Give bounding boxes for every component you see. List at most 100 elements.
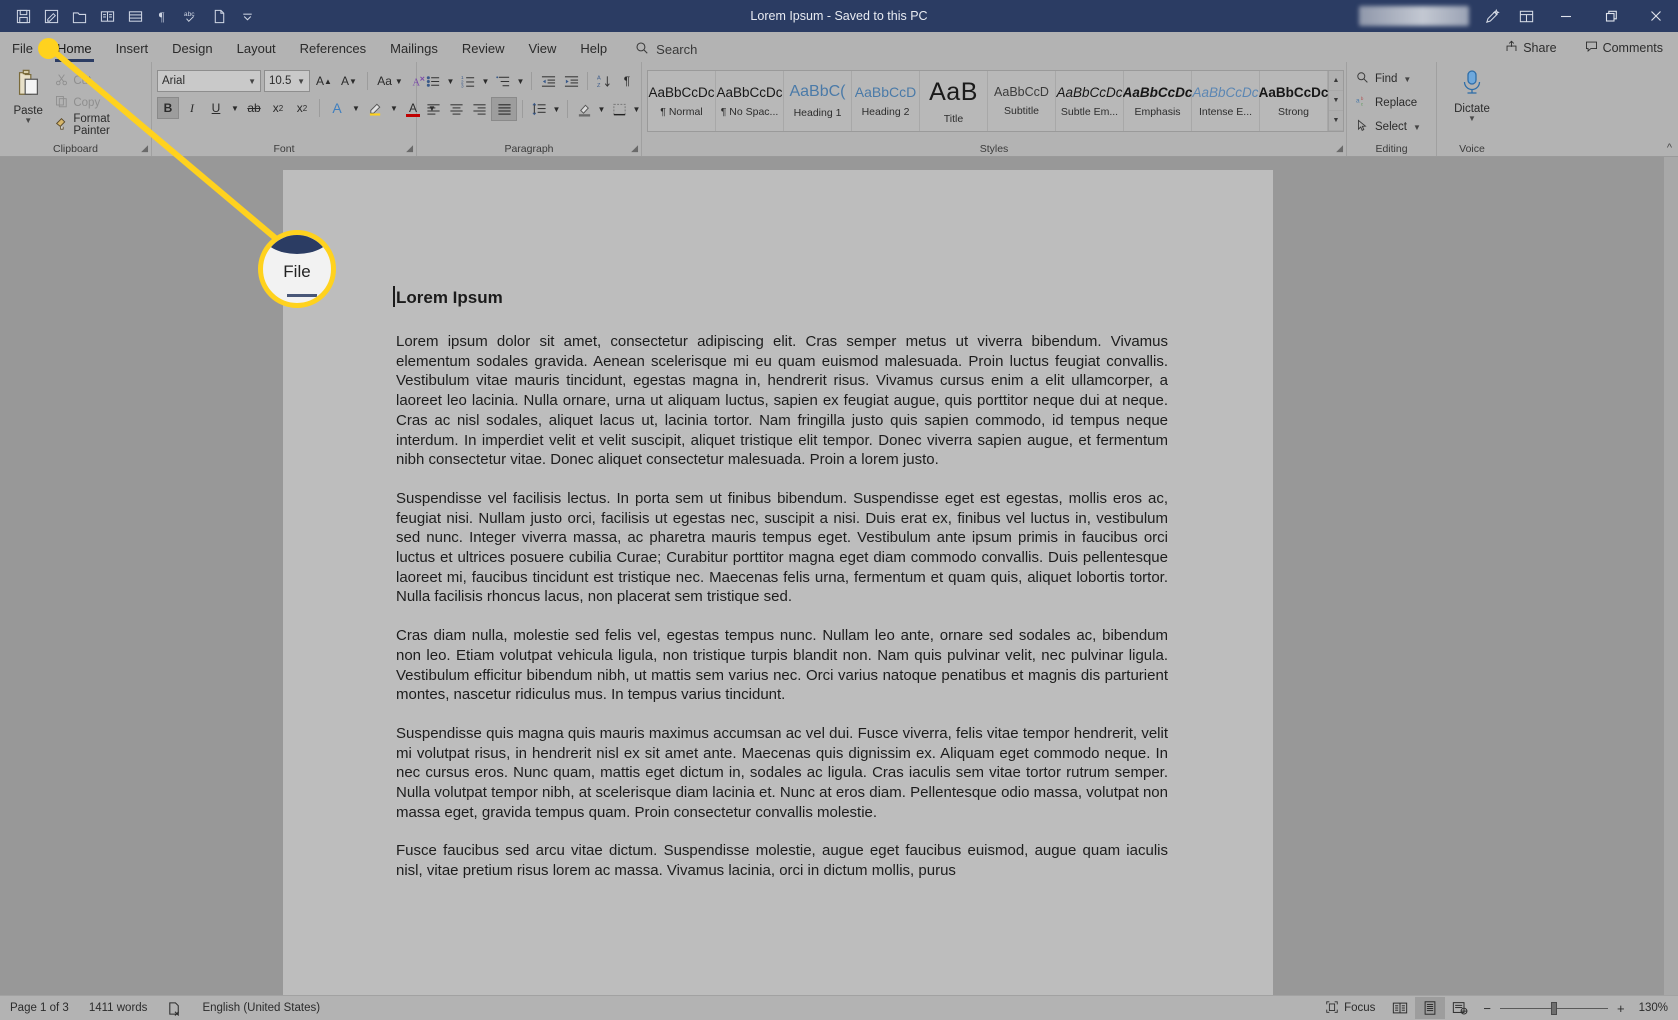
multilevel-list-icon[interactable]: [492, 70, 514, 92]
font-size-combobox[interactable]: 10.5 ▼: [264, 70, 310, 92]
paste-button[interactable]: Paste ▼: [5, 65, 51, 125]
search-box[interactable]: Search: [635, 36, 697, 62]
underline-button[interactable]: U: [205, 97, 227, 119]
superscript-button[interactable]: x2: [291, 97, 313, 119]
print-layout-view-button[interactable]: [1415, 997, 1446, 1019]
style-strong[interactable]: AaBbCcDc Strong: [1259, 71, 1328, 131]
dictate-chevron-down-icon[interactable]: ▼: [1468, 115, 1476, 123]
text-effects-chevron-down-icon[interactable]: ▼: [350, 97, 362, 119]
format-painter-button[interactable]: Format Painter: [51, 113, 146, 137]
tab-help[interactable]: Help: [568, 34, 619, 62]
style-heading-1[interactable]: AaBbC( Heading 1: [784, 71, 852, 131]
style-no-spacing[interactable]: AaBbCcDc ¶ No Spac...: [716, 71, 784, 131]
numbering-icon[interactable]: 123: [457, 70, 479, 92]
find-button[interactable]: Find ▼: [1352, 69, 1425, 89]
shading-chevron-down-icon[interactable]: ▼: [596, 98, 607, 120]
close-button[interactable]: [1633, 0, 1678, 32]
font-dialog-launcher[interactable]: ◢: [406, 143, 413, 154]
style-subtitle[interactable]: AaBbCcD Subtitle: [988, 71, 1056, 131]
style-title[interactable]: AaB Title: [920, 71, 988, 131]
autosave-icon[interactable]: [38, 4, 64, 28]
sort-icon[interactable]: AZ: [593, 70, 615, 92]
pilcrow-icon[interactable]: ¶: [150, 4, 176, 28]
style-normal[interactable]: AaBbCcDc ¶ Normal: [648, 71, 716, 131]
dictate-button[interactable]: Dictate ▼: [1442, 65, 1502, 123]
styles-dialog-launcher[interactable]: ◢: [1336, 143, 1343, 154]
grow-font-button[interactable]: A ▲: [313, 70, 335, 92]
align-center-icon[interactable]: [445, 98, 467, 120]
focus-mode-button[interactable]: Focus: [1315, 996, 1385, 1020]
customize-qat-chevron-down-icon[interactable]: [234, 4, 260, 28]
account-name-redacted[interactable]: [1359, 6, 1469, 26]
open-folder-icon[interactable]: [66, 4, 92, 28]
font-name-combobox[interactable]: Arial ▼: [157, 70, 261, 92]
ribbon-display-options-icon[interactable]: [1509, 0, 1543, 32]
styles-more-icon[interactable]: ▼: [1329, 111, 1343, 131]
show-formatting-pilcrow-icon[interactable]: ¶: [616, 70, 638, 92]
style-emphasis[interactable]: AaBbCcDc Emphasis: [1123, 71, 1192, 131]
style-subtle-emphasis[interactable]: AaBbCcDc Subtle Em...: [1056, 71, 1124, 131]
tab-insert[interactable]: Insert: [104, 34, 161, 62]
decrease-indent-icon[interactable]: [537, 70, 559, 92]
italic-button[interactable]: I: [181, 97, 203, 119]
read-mode-view-button[interactable]: [1385, 997, 1415, 1019]
new-document-icon[interactable]: [206, 4, 232, 28]
tab-references[interactable]: References: [288, 34, 378, 62]
collapse-ribbon-icon[interactable]: ^: [1667, 142, 1672, 154]
zoom-track[interactable]: [1499, 1001, 1608, 1015]
text-effects-button[interactable]: A: [326, 97, 348, 119]
table-icon[interactable]: [122, 4, 148, 28]
strikethrough-button[interactable]: ab: [243, 97, 265, 119]
align-justify-icon[interactable]: [491, 97, 517, 121]
select-chevron-down-icon[interactable]: ▼: [1413, 123, 1421, 132]
borders-chevron-down-icon[interactable]: ▼: [631, 98, 642, 120]
subscript-button[interactable]: x2: [267, 97, 289, 119]
line-spacing-chevron-down-icon[interactable]: ▼: [551, 98, 562, 120]
bullets-icon[interactable]: [422, 70, 444, 92]
copy-button[interactable]: Copy: [51, 93, 146, 112]
word-count[interactable]: 1411 words: [79, 996, 158, 1020]
find-chevron-down-icon[interactable]: ▼: [1403, 75, 1411, 84]
paragraph-dialog-launcher[interactable]: ◢: [631, 143, 638, 154]
tab-design[interactable]: Design: [160, 34, 224, 62]
proofing-errors-icon[interactable]: [157, 996, 192, 1020]
language-indicator[interactable]: English (United States): [192, 996, 330, 1020]
line-spacing-icon[interactable]: [528, 98, 550, 120]
spelling-check-icon[interactable]: abc: [178, 4, 204, 28]
share-button[interactable]: Share: [1498, 37, 1563, 59]
page-indicator[interactable]: Page 1 of 3: [0, 996, 79, 1020]
highlight-chevron-down-icon[interactable]: ▼: [388, 97, 400, 119]
zoom-thumb[interactable]: [1550, 1001, 1557, 1015]
font-name-chevron-down-icon[interactable]: ▼: [248, 77, 256, 86]
book-view-icon[interactable]: [94, 4, 120, 28]
styles-scroll-up-icon[interactable]: ▲: [1329, 71, 1343, 91]
multilevel-chevron-down-icon[interactable]: ▼: [515, 70, 526, 92]
tab-layout[interactable]: Layout: [225, 34, 288, 62]
document-page[interactable]: Lorem Ipsum Lorem ipsum dolor sit amet, …: [283, 170, 1273, 995]
vertical-scrollbar[interactable]: [1664, 157, 1678, 995]
style-heading-2[interactable]: AaBbCcD Heading 2: [852, 71, 920, 131]
tab-review[interactable]: Review: [450, 34, 517, 62]
select-button[interactable]: Select ▼: [1352, 117, 1425, 137]
zoom-slider[interactable]: − +: [1475, 1001, 1632, 1016]
paste-chevron-down-icon[interactable]: ▼: [24, 117, 32, 125]
save-icon[interactable]: [10, 4, 36, 28]
tab-view[interactable]: View: [516, 34, 568, 62]
zoom-level-label[interactable]: 130%: [1633, 1002, 1678, 1014]
clipboard-dialog-launcher[interactable]: ◢: [141, 143, 148, 154]
cut-button[interactable]: Cut: [51, 71, 146, 90]
increase-indent-icon[interactable]: [560, 70, 582, 92]
comments-button[interactable]: Comments: [1578, 37, 1670, 59]
replace-button[interactable]: abc Replace: [1352, 93, 1425, 113]
style-intense-emphasis[interactable]: AaBbCcDc Intense E...: [1192, 71, 1260, 131]
tab-mailings[interactable]: Mailings: [378, 34, 450, 62]
styles-gallery-scroll[interactable]: ▲ ▼ ▼: [1328, 71, 1343, 131]
borders-icon[interactable]: [608, 98, 630, 120]
web-layout-view-button[interactable]: [1445, 997, 1475, 1019]
align-right-icon[interactable]: [468, 98, 490, 120]
styles-gallery[interactable]: AaBbCcDc ¶ Normal AaBbCcDc ¶ No Spac... …: [647, 70, 1344, 132]
styles-scroll-down-icon[interactable]: ▼: [1329, 91, 1343, 111]
text-highlight-button[interactable]: [364, 97, 386, 119]
bullets-chevron-down-icon[interactable]: ▼: [445, 70, 456, 92]
shrink-font-button[interactable]: A ▼: [338, 70, 360, 92]
